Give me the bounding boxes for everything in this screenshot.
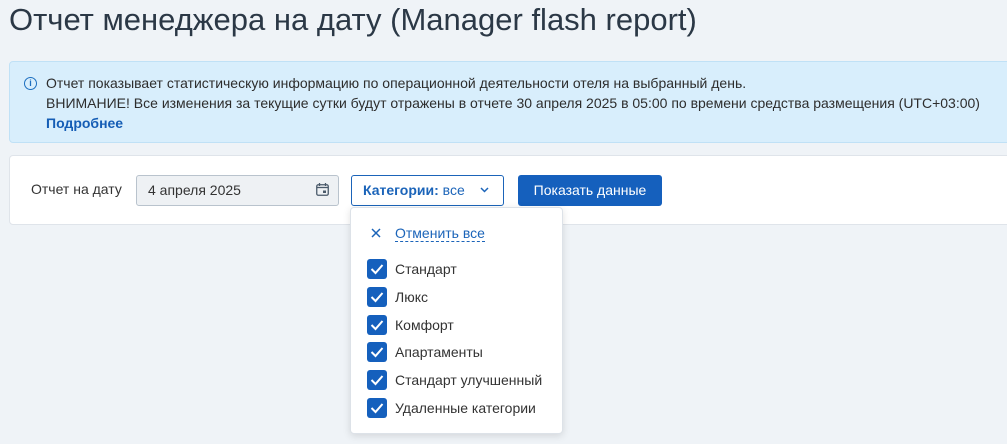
category-label: Удаленные категории	[395, 399, 536, 416]
category-label: Люкс	[395, 288, 428, 305]
checkmark-icon	[370, 292, 384, 303]
info-line-2: ВНИМАНИЕ! Все изменения за текущие сутки…	[46, 95, 980, 111]
category-label: Стандарт	[395, 261, 457, 277]
categories-value: все	[442, 182, 465, 198]
info-icon: i	[24, 77, 37, 90]
checkbox[interactable]	[367, 286, 387, 307]
checkbox[interactable]	[367, 397, 387, 418]
category-label: Стандарт улучшенный	[395, 372, 543, 389]
category-label: Апартаменты	[395, 344, 483, 361]
checkbox[interactable]	[367, 370, 387, 391]
checkmark-icon	[370, 347, 384, 358]
date-label: Отчет на дату	[31, 181, 122, 197]
checkbox[interactable]	[367, 342, 387, 363]
categories-dropdown[interactable]: Категории: все	[351, 175, 504, 206]
more-link[interactable]: Подробнее	[46, 115, 123, 131]
page-title: Отчет менеджера на дату (Manager flash r…	[9, 2, 697, 37]
date-value: 4 апреля 2025	[148, 182, 241, 198]
cancel-all-label: Отменить все	[395, 225, 485, 242]
info-text: Отчет показывает статистическую информац…	[46, 73, 980, 133]
show-data-button[interactable]: Показать данные	[518, 175, 662, 206]
checkbox[interactable]	[367, 259, 387, 279]
calendar-icon[interactable]	[316, 183, 329, 196]
checkmark-icon	[370, 264, 384, 275]
info-line-1: Отчет показывает статистическую информац…	[46, 75, 747, 91]
checkmark-icon	[370, 375, 384, 386]
checkmark-icon	[370, 319, 384, 331]
info-banner: i Отчет показывает статистическую информ…	[9, 61, 1007, 143]
chevron-down-icon	[480, 187, 489, 193]
close-icon	[371, 228, 381, 238]
checkmark-icon	[370, 403, 384, 414]
checkbox[interactable]	[367, 314, 387, 335]
category-label: Комфорт	[395, 316, 454, 333]
categories-dropdown-menu: Отменить все Стандарт Люкс Комфорт Апарт…	[350, 207, 563, 434]
date-input[interactable]: 4 апреля 2025	[136, 175, 339, 206]
categories-label: Категории:	[363, 182, 439, 198]
